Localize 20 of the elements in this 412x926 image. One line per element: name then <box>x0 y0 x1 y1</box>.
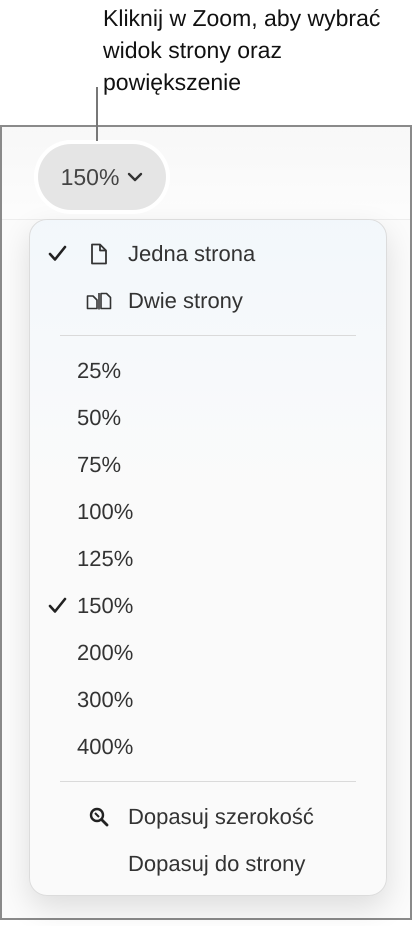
menu-item[interactable]: 25% <box>30 347 386 394</box>
menu-item[interactable]: Dopasuj szerokość <box>30 793 386 840</box>
menu-item[interactable]: 200% <box>30 629 386 676</box>
menu-item[interactable]: Dwie strony <box>30 277 386 324</box>
callout-text: Kliknij w Zoom, aby wybrać widok strony oraz powiększenie <box>102 4 382 97</box>
menu-item[interactable]: 400% <box>30 723 386 770</box>
menu-item[interactable]: 100% <box>30 488 386 535</box>
menu-item[interactable]: 300% <box>30 676 386 723</box>
chevron-down-icon <box>127 172 144 182</box>
two-pages-icon <box>86 292 112 310</box>
menu-item[interactable]: Jedna strona <box>30 230 386 277</box>
magnifier-icon <box>88 806 108 826</box>
menu-item[interactable]: 150% <box>30 582 386 629</box>
page-icon <box>90 242 108 264</box>
zoom-button[interactable]: 150% <box>38 144 166 210</box>
menu-item[interactable]: 125% <box>30 535 386 582</box>
leader-line <box>96 87 98 141</box>
menu-item[interactable]: 50% <box>30 394 386 441</box>
menu-item[interactable]: Dopasuj do strony <box>30 840 386 887</box>
menu-item[interactable]: 75% <box>30 441 386 488</box>
